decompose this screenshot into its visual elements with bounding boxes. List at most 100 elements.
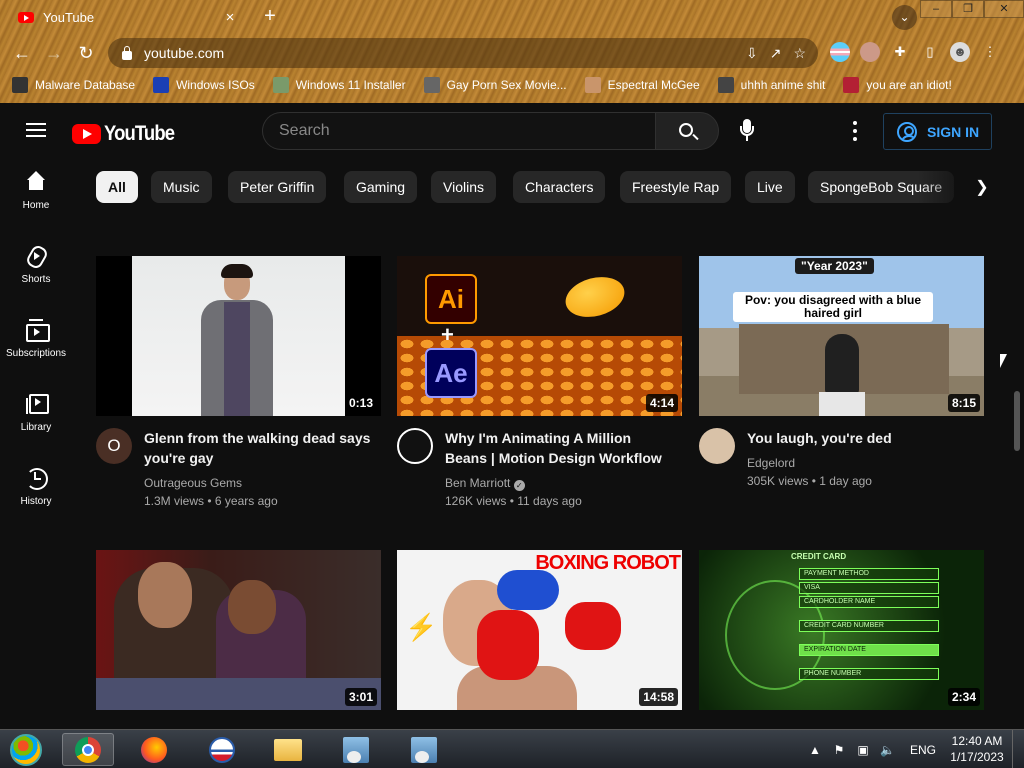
taskbar-chrome[interactable] (62, 733, 114, 766)
start-button[interactable] (0, 733, 52, 766)
show-hidden-icons-icon[interactable]: ▲ (808, 743, 822, 757)
channel-avatar[interactable]: O (96, 428, 132, 464)
video-duration: 4:14 (645, 394, 678, 412)
sidebar-item-library[interactable]: Library (0, 381, 72, 443)
language-indicator[interactable]: ENG (910, 743, 936, 757)
side-panel-icon[interactable]: ▯ (920, 42, 940, 62)
chip-all[interactable]: All (96, 171, 138, 203)
video-thumbnail[interactable]: 3:01 (96, 550, 381, 710)
video-card[interactable]: 3:01 (96, 550, 383, 710)
video-card[interactable]: BOXING ROBOT ⚡ 14:58 (397, 550, 684, 710)
setup-installer-icon (411, 736, 437, 763)
avatar-extension-icon[interactable] (860, 42, 880, 62)
tab-close-icon[interactable]: × (222, 9, 238, 26)
channel-name[interactable]: Ben Marriott ✓ (445, 476, 525, 491)
video-thumbnail[interactable]: CREDIT CARD PAYMENT METHOD VISA CARDHOLD… (699, 550, 984, 710)
chip-gaming[interactable]: Gaming (344, 171, 418, 203)
bean-illustration (561, 270, 629, 324)
sidebar-label: Shorts (21, 274, 51, 285)
volume-icon[interactable]: 🔈 (880, 743, 895, 757)
video-card[interactable]: Ai + Ae 4:14 Why I'm Animating A Million… (397, 256, 684, 516)
video-title[interactable]: Glenn from the walking dead says you're … (144, 428, 374, 468)
flag-extension-icon[interactable] (830, 42, 850, 62)
chip-music[interactable]: Music (151, 171, 212, 203)
bookmark-item[interactable]: Gay Porn Sex Movie... (423, 77, 567, 93)
bookmark-label: Malware Database (35, 78, 136, 92)
channel-name[interactable]: Edgelord (747, 456, 795, 470)
taskbar-setup-1[interactable] (330, 733, 382, 766)
anime-icon (717, 77, 734, 93)
video-title[interactable]: You laugh, you're ded (747, 428, 977, 448)
tab-search-chevron-icon[interactable]: ⌄ (892, 5, 917, 30)
clock[interactable]: 12:40 AM 1/17/2023 (948, 733, 1006, 765)
channel-name[interactable]: Outrageous Gems (144, 476, 242, 490)
reload-icon[interactable]: ↻ (74, 41, 98, 65)
taskbar-obama-logo[interactable] (196, 733, 248, 766)
card-form-row: VISA (799, 582, 939, 594)
search-input[interactable] (279, 122, 656, 140)
profile-icon[interactable]: ☻ (950, 42, 970, 62)
bookmark-item[interactable]: Malware Database (12, 77, 135, 93)
bookmark-item[interactable]: Windows ISOs (153, 77, 255, 93)
system-tray: ▲ ⚑ ▣ 🔈 ENG (808, 730, 936, 768)
sidebar-item-home[interactable]: Home (0, 159, 72, 221)
close-window-button[interactable]: ✕ (984, 0, 1024, 18)
video-card[interactable]: "Year 2023" Pov: you disagreed with a bl… (699, 256, 986, 516)
address-bar[interactable]: youtube.com ⇩ ↗ ☆ (108, 38, 818, 68)
share-icon[interactable]: ↗ (770, 45, 782, 62)
video-thumbnail[interactable]: BOXING ROBOT ⚡ 14:58 (397, 550, 682, 710)
channel-avatar[interactable] (699, 428, 735, 464)
settings-more-icon[interactable] (846, 121, 862, 141)
sidebar-item-shorts[interactable]: Shorts (0, 233, 72, 295)
bookmark-item[interactable]: you are an idiot! (843, 77, 952, 93)
tab-youtube[interactable]: YouTube × (8, 2, 248, 32)
browser-menu-icon[interactable]: ⋮ (980, 42, 1000, 62)
network-icon[interactable]: ▣ (856, 743, 870, 757)
video-thumbnail[interactable]: "Year 2023" Pov: you disagreed with a bl… (699, 256, 984, 416)
chevron-right-icon[interactable]: ❯ (967, 173, 997, 203)
sidebar-item-history[interactable]: History (0, 455, 72, 517)
scrollbar-thumb[interactable] (1014, 391, 1020, 451)
illustrator-logo: Ai (425, 274, 477, 324)
taskbar-firefox[interactable] (128, 733, 180, 766)
chip-live[interactable]: Live (745, 171, 795, 203)
video-thumbnail[interactable]: 0:13 (96, 256, 381, 416)
puzzle-extensions-icon[interactable]: ✚ (890, 42, 910, 62)
card-form-row: EXPIRATION DATE (799, 644, 939, 656)
chip-freestyle-rap[interactable]: Freestyle Rap (620, 171, 732, 203)
new-tab-button[interactable]: + (258, 5, 282, 29)
taskbar-setup-2[interactable] (398, 733, 450, 766)
chip-peter-griffin[interactable]: Peter Griffin (228, 171, 327, 203)
install-app-icon[interactable]: ⇩ (746, 45, 758, 62)
bookmark-star-icon[interactable]: ☆ (793, 45, 806, 62)
video-thumbnail[interactable]: Ai + Ae 4:14 (397, 256, 682, 416)
video-title[interactable]: Why I'm Animating A Million Beans | Moti… (445, 428, 675, 468)
bookmark-item[interactable]: Espectral McGee (584, 77, 700, 93)
chip-violins[interactable]: Violins (431, 171, 496, 203)
channel-avatar[interactable] (397, 428, 433, 464)
forward-arrow-icon[interactable]: → (42, 41, 66, 65)
sign-in-button[interactable]: SIGN IN (883, 113, 992, 150)
window-controls: – ❐ ✕ (920, 0, 1024, 18)
page-scrollbar[interactable] (1010, 217, 1024, 729)
search-button[interactable] (655, 112, 719, 150)
youtube-header: YouTube SIGN IN (0, 103, 1024, 159)
back-arrow-icon[interactable]: ← (10, 41, 34, 65)
card-form-row: PHONE NUMBER (799, 668, 939, 680)
taskbar-explorer[interactable] (262, 733, 314, 766)
restore-button[interactable]: ❐ (952, 0, 984, 18)
video-card[interactable]: 0:13 O Glenn from the walking dead says … (96, 256, 383, 516)
chip-characters[interactable]: Characters (513, 171, 606, 203)
bookmark-item[interactable]: Windows 11 Installer (272, 77, 406, 93)
voice-search-mic-icon[interactable] (734, 117, 760, 145)
action-center-flag-icon[interactable]: ⚑ (832, 743, 846, 757)
youtube-logo[interactable]: YouTube (72, 122, 184, 146)
minimize-button[interactable]: – (920, 0, 952, 18)
show-desktop-button[interactable] (1012, 730, 1024, 768)
sidebar-item-subscriptions[interactable]: Subscriptions (0, 307, 72, 369)
subscriptions-icon (24, 318, 50, 342)
lock-icon[interactable] (122, 45, 132, 60)
bookmark-item[interactable]: uhhh anime shit (717, 77, 825, 93)
video-card[interactable]: CREDIT CARD PAYMENT METHOD VISA CARDHOLD… (699, 550, 986, 710)
hamburger-menu-icon[interactable] (26, 123, 46, 137)
